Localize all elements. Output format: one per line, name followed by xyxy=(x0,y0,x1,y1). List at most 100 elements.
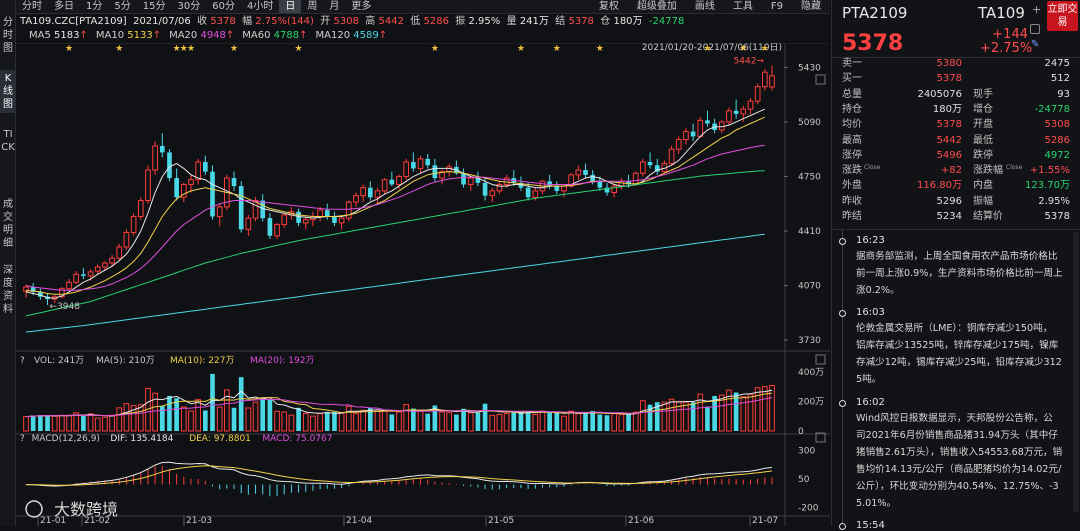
candle-body xyxy=(554,186,560,191)
quote-row: 外盘 116.80万 内盘 123.70万 xyxy=(842,180,1072,192)
price-change-pct: +2.75% xyxy=(980,41,1033,56)
candle-body xyxy=(532,190,539,198)
collapse-icon[interactable] xyxy=(815,354,826,365)
event-marker: ★ xyxy=(115,44,123,54)
y-tick-label: 4750 xyxy=(798,172,821,182)
period-5[interactable]: 30分 xyxy=(171,0,206,13)
period-8[interactable]: 日 xyxy=(279,0,302,13)
candle-body xyxy=(238,186,244,230)
volume-bar xyxy=(747,393,754,432)
event-marker: ★ xyxy=(65,44,73,54)
close-tag: Close xyxy=(864,164,881,172)
kline-chart[interactable]: 2021/01/20-2021/07/06(110日)5430509047504… xyxy=(16,43,830,526)
toolbar-item-0[interactable]: 复权 xyxy=(590,0,628,13)
open-label: 开 xyxy=(320,16,331,27)
contract-name: PTA2109 xyxy=(842,4,908,22)
news-item[interactable]: 伦敦金属交易所（LME）：铜库存减少150吨， 铝库存减少13525吨，锌库存减少… xyxy=(856,320,1068,388)
vol-legend-item: VOL: 241万 xyxy=(34,356,84,366)
candle-body xyxy=(432,165,438,179)
volume-bar xyxy=(461,408,466,431)
period-2[interactable]: 1分 xyxy=(80,0,108,13)
candle-body xyxy=(575,169,582,176)
volume-bar xyxy=(51,415,58,432)
toolbar-item-4[interactable]: F9 xyxy=(762,0,792,13)
ticker-date: 2021/07/06 xyxy=(133,16,191,27)
volume-bar xyxy=(188,410,194,432)
left-tab-0[interactable]: 分时图 xyxy=(0,14,16,57)
quote-value: 4972 xyxy=(1044,149,1070,161)
candle-body xyxy=(705,120,710,124)
quote-value: 512 xyxy=(1050,73,1070,85)
period-0[interactable]: 分时 xyxy=(16,0,48,13)
volume-bar xyxy=(231,407,237,431)
x-tick-label: 21-05 xyxy=(488,516,514,526)
quote-label: 昨收 xyxy=(842,195,862,207)
volume-bar xyxy=(525,411,531,431)
quote-value: 5308 xyxy=(1044,119,1070,131)
candle-body xyxy=(130,216,137,234)
news-dot-icon xyxy=(839,238,846,245)
period-11[interactable]: 更多 xyxy=(345,0,377,13)
candle-body xyxy=(640,161,646,174)
news-scrollbar[interactable] xyxy=(1073,232,1079,512)
max-price-label: 5442→ xyxy=(734,57,765,67)
candle-body xyxy=(597,181,603,188)
news-line: 伦敦金属交易所（LME）：铜库存减少150吨， xyxy=(856,323,1053,334)
candle-body xyxy=(317,209,323,218)
candle-body xyxy=(324,210,330,217)
menu-icon[interactable] xyxy=(1030,24,1040,34)
toolbar-item-3[interactable]: 工具 xyxy=(724,0,762,13)
candle-body xyxy=(94,266,101,272)
macd-tick-label: 50 xyxy=(798,475,810,485)
toolbar-item-2[interactable]: 画线 xyxy=(686,0,724,13)
left-tab-bar: 分时图 K线图 TICK 成交明细深度资料 xyxy=(0,0,16,526)
candle-body xyxy=(81,274,86,276)
candle-body xyxy=(389,179,395,185)
volume-bar xyxy=(425,413,431,431)
collapse-icon[interactable] xyxy=(815,74,826,85)
candle-body xyxy=(417,158,424,169)
quote-label: 卖一 xyxy=(842,58,862,69)
period-4[interactable]: 15分 xyxy=(137,0,172,13)
candle-body xyxy=(769,75,775,88)
period-7[interactable]: 4小时 xyxy=(241,0,279,13)
period-10[interactable]: 月 xyxy=(323,0,345,13)
news-item[interactable]: 据商务部监测，上周全国食用农产品市场价格比 前一周上涨0.9%，生产资料市场价格比… xyxy=(856,248,1068,299)
news-item[interactable]: Wind风控日报数据显示，天邦股份公告称，公 司2021年6月份销售商品猪31.9… xyxy=(856,410,1068,512)
add-icon[interactable]: + xyxy=(1032,3,1041,16)
left-tab-4[interactable]: 深度资料 xyxy=(0,262,16,318)
macd-legend-item: ? xyxy=(20,434,25,444)
ma-legend-arrow: ↑ xyxy=(225,30,235,41)
toolbar-item-1[interactable]: 超级叠加 xyxy=(628,0,686,13)
change-label: 幅 xyxy=(242,16,253,27)
period-9[interactable]: 周 xyxy=(301,0,323,13)
volume-bar xyxy=(740,396,747,432)
period-1[interactable]: 多日 xyxy=(48,0,80,13)
quote-label: 最高 xyxy=(842,134,862,146)
instant-trade-button[interactable]: 立即交易 xyxy=(1047,1,1078,31)
candle-body xyxy=(461,173,466,185)
left-tab-1[interactable]: K线图 xyxy=(0,70,16,113)
quote-label: 涨跌幅 xyxy=(973,165,1003,177)
left-tab-3[interactable]: 成交明细 xyxy=(0,196,16,252)
quote-value: 180万 xyxy=(932,103,962,115)
left-tab-2[interactable]: TICK xyxy=(0,126,16,156)
ma-legend-value: 4948 xyxy=(200,30,226,41)
candle-body xyxy=(632,172,639,185)
quote-value: 5380 xyxy=(936,58,962,69)
volume-bar xyxy=(238,377,244,431)
candle-body xyxy=(202,162,208,172)
period-3[interactable]: 5分 xyxy=(108,0,136,13)
volume-bar xyxy=(281,411,288,432)
event-marker: ★ xyxy=(431,44,439,54)
news-line: 据商务部监测，上周全国食用农产品市场价格比 xyxy=(856,251,1058,262)
quote-label: 内盘 xyxy=(973,180,993,192)
volume-bar xyxy=(554,412,560,431)
period-6[interactable]: 60分 xyxy=(206,0,241,13)
candle-body xyxy=(159,145,165,153)
toolbar-item-5[interactable]: 隐藏 xyxy=(792,0,830,13)
candle-body xyxy=(367,187,373,198)
volume-bar xyxy=(454,414,459,431)
edit-icon[interactable]: ✎ xyxy=(1031,39,1039,50)
watermark-logo-icon xyxy=(25,500,43,518)
